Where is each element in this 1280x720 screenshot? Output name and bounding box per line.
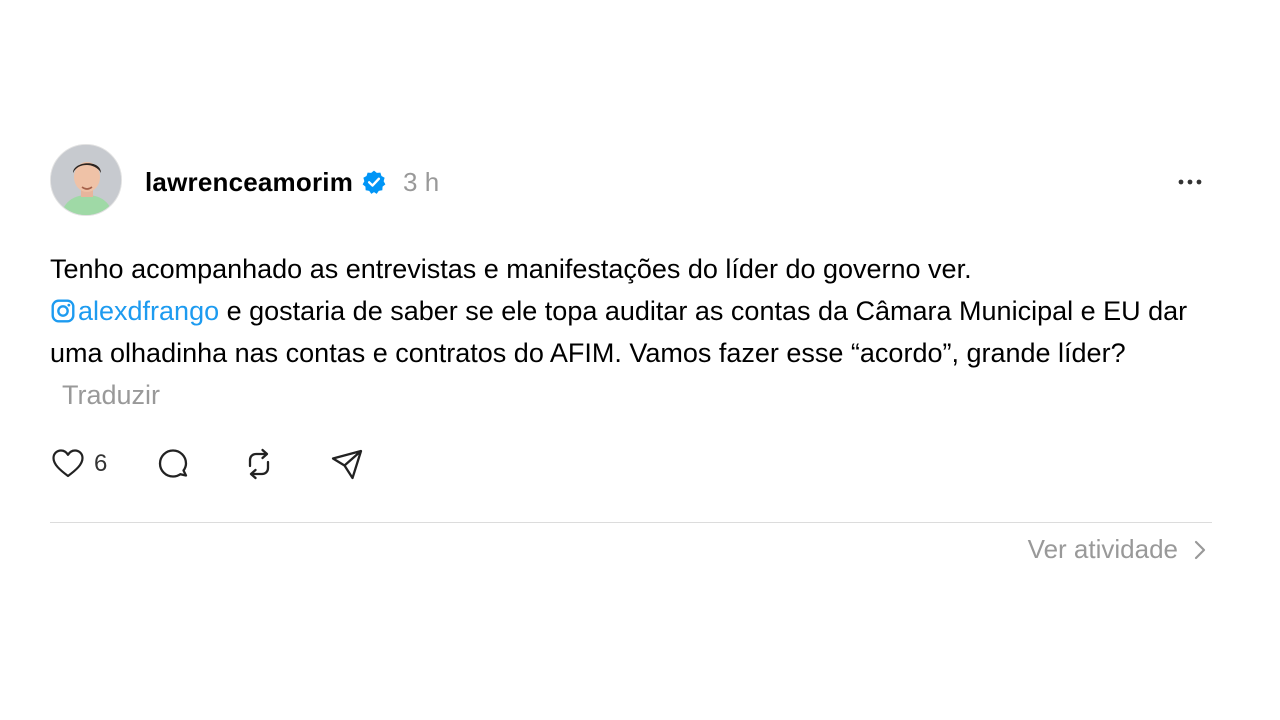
more-horizontal-icon[interactable]: [1176, 170, 1204, 194]
post-meta: lawrenceamorim 3 h: [145, 166, 439, 198]
heart-icon: [52, 449, 84, 478]
thread-post: lawrenceamorim 3 h Tenho acompanhado as …: [50, 144, 1212, 523]
username[interactable]: lawrenceamorim: [145, 167, 353, 198]
translate-link[interactable]: Traduzir: [62, 380, 160, 410]
share-button[interactable]: [329, 446, 365, 482]
avatar[interactable]: [50, 144, 122, 216]
repost-button[interactable]: [241, 446, 277, 482]
post-text-after: e gostaria de saber se ele topa auditar …: [50, 296, 1188, 368]
like-button[interactable]: 6: [50, 446, 107, 482]
mention-link[interactable]: alexdfrango: [50, 296, 219, 326]
view-activity-label: Ver atividade: [1027, 534, 1178, 564]
mention-handle[interactable]: alexdfrango: [78, 296, 219, 326]
send-icon: [332, 449, 363, 480]
comment-bubble-icon: [159, 449, 188, 478]
divider: [50, 522, 1212, 523]
chevron-right-icon: [1194, 540, 1206, 559]
comment-button[interactable]: [155, 446, 191, 482]
instagram-icon: [51, 299, 75, 323]
post-header: lawrenceamorim 3 h: [50, 144, 1212, 218]
post-text: Tenho acompanhado as entrevistas e manif…: [50, 248, 1200, 416]
post-actions: 6: [50, 444, 1212, 484]
post-time: 3 h: [403, 166, 440, 197]
verified-badge-icon: [362, 170, 386, 194]
post-text-before: Tenho acompanhado as entrevistas e manif…: [50, 254, 972, 284]
repost-icon: [249, 448, 270, 480]
view-activity-link[interactable]: Ver atividade: [1028, 534, 1210, 565]
like-count: 6: [94, 450, 108, 477]
